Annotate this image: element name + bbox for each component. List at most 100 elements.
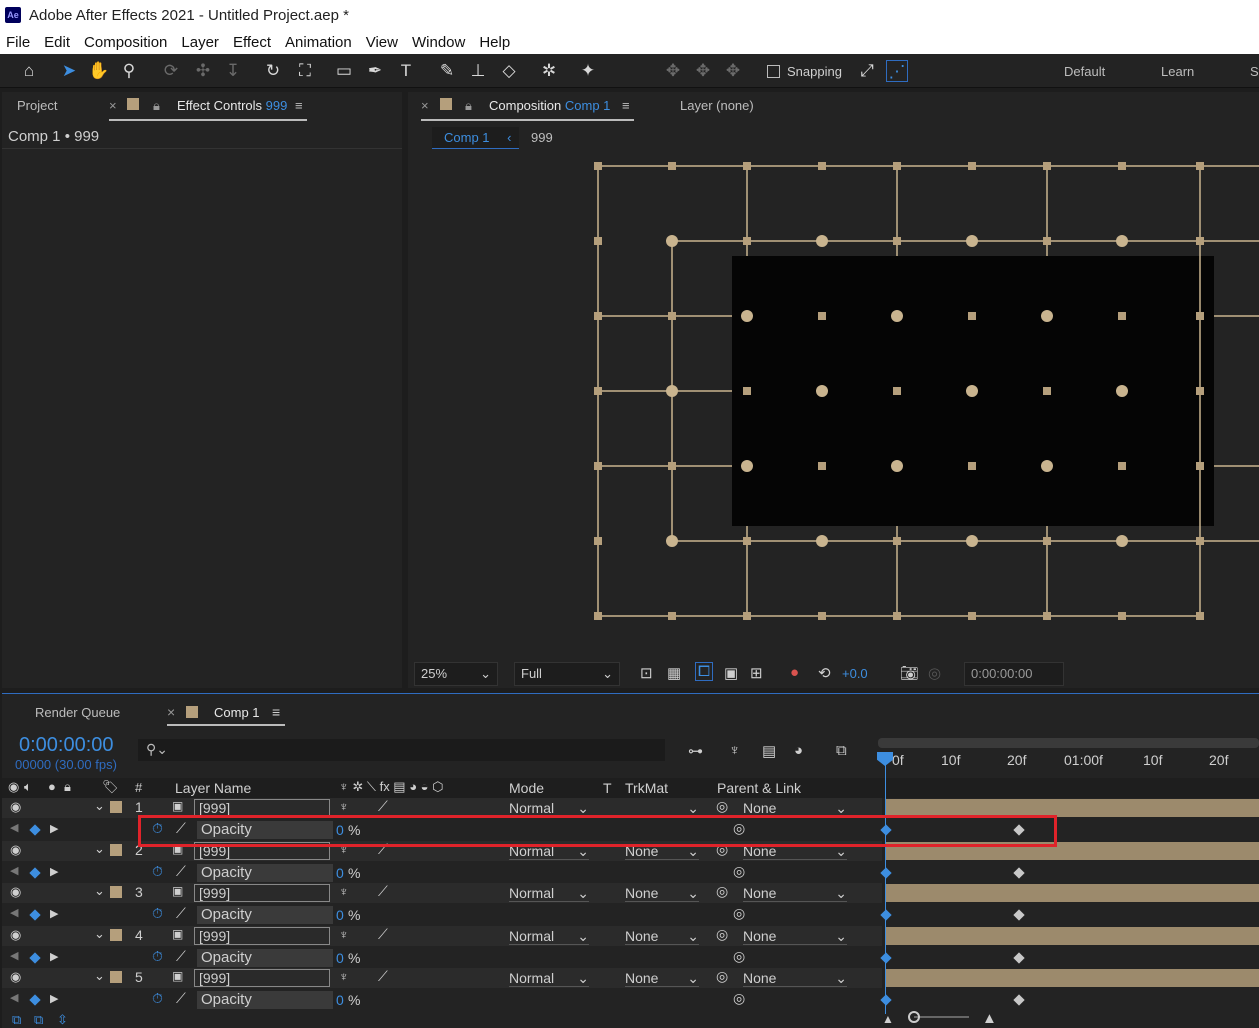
label-color-icon[interactable] bbox=[110, 843, 122, 856]
tab-comp1[interactable]: Comp 1 bbox=[214, 705, 260, 720]
trkmat-dropdown[interactable]: None ⌄ bbox=[625, 884, 699, 902]
trkmat-dropdown[interactable]: None ⌄ bbox=[625, 927, 699, 945]
snap-options-icon[interactable]: ⤢ bbox=[856, 60, 878, 82]
transparency-grid-icon[interactable]: ▦ bbox=[667, 664, 681, 682]
eye-icon[interactable]: ◉ bbox=[10, 799, 21, 815]
add-keyframe-icon[interactable] bbox=[29, 824, 41, 836]
shy-icon[interactable]: ♆ bbox=[729, 742, 740, 759]
label-color-icon[interactable] bbox=[110, 801, 122, 813]
close-icon[interactable]: × bbox=[167, 704, 175, 720]
frame-blending-icon[interactable]: ▤ bbox=[762, 742, 776, 760]
composition-viewer[interactable] bbox=[410, 154, 1259, 659]
rotation-tool-icon[interactable]: ↻ bbox=[262, 60, 284, 82]
layer-row[interactable]: ◉ ⌄ 5 ▣ [999] ♆ ⟋ Normal ⌄ None ⌄ ◎ None ⌄ bbox=[2, 968, 882, 988]
layer-row[interactable]: ◉ ⌄ 3 ▣ [999] ♆ ⟋ Normal ⌄ None ⌄ ◎ None ⌄ bbox=[2, 883, 882, 903]
lock-icon[interactable]: 🔒︎ bbox=[153, 98, 160, 114]
next-keyframe-icon[interactable]: ▶ bbox=[50, 950, 58, 963]
layer-name[interactable]: [999] bbox=[194, 969, 330, 987]
graph-icon[interactable]: ⟋ bbox=[176, 863, 186, 880]
shy-switch-icon[interactable]: ♆ bbox=[339, 799, 349, 814]
eye-icon[interactable]: ◉ bbox=[8, 779, 19, 795]
pickwhip-icon[interactable]: ◎ bbox=[716, 968, 728, 985]
menu-effect[interactable]: Effect bbox=[233, 34, 271, 51]
mode-dropdown[interactable]: Normal ⌄ bbox=[509, 927, 589, 945]
orbit-camera-icon[interactable]: ⟳ bbox=[160, 60, 182, 82]
eye-icon[interactable]: ◉ bbox=[10, 927, 21, 943]
work-area-bar[interactable] bbox=[878, 738, 1259, 748]
expression-pickwhip-icon[interactable]: ◎ bbox=[733, 905, 745, 922]
property-row[interactable]: ◀ ▶ ⏱ ⟋ Opacity 0 % ◎ bbox=[2, 862, 882, 883]
chevron-down-icon[interactable]: ⌄ bbox=[94, 968, 105, 984]
clone-stamp-icon[interactable]: ⊥ bbox=[467, 60, 489, 82]
col-layer-name[interactable]: Layer Name bbox=[175, 780, 251, 796]
keyframe[interactable] bbox=[880, 951, 892, 964]
lock-icon[interactable]: 🔒︎ bbox=[64, 779, 71, 795]
graph-icon[interactable]: ⟋ bbox=[176, 948, 186, 965]
exposure-value[interactable]: +0.0 bbox=[842, 666, 868, 681]
eye-icon[interactable]: ◉ bbox=[10, 842, 21, 858]
layer-row[interactable]: ◉ ⌄ 4 ▣ [999] ♆ ⟋ Normal ⌄ None ⌄ ◎ None ⌄ bbox=[2, 925, 882, 946]
tab-render-queue[interactable]: Render Queue bbox=[35, 705, 120, 720]
next-keyframe-icon[interactable]: ▶ bbox=[50, 992, 58, 1005]
menu-animation[interactable]: Animation bbox=[285, 34, 352, 51]
brush-tool-icon[interactable]: ✎ bbox=[436, 60, 458, 82]
add-keyframe-icon[interactable] bbox=[29, 951, 41, 964]
trkmat-dropdown[interactable]: None ⌄ bbox=[625, 969, 699, 987]
region-of-interest-icon[interactable]: ▣ bbox=[724, 664, 738, 682]
prev-keyframe-icon[interactable]: ◀ bbox=[10, 949, 18, 962]
property-value[interactable]: 0 bbox=[336, 907, 344, 923]
workspace-learn[interactable]: Learn bbox=[1161, 64, 1194, 79]
menu-edit[interactable]: Edit bbox=[44, 34, 70, 51]
mode-dropdown[interactable]: Normal ⌄ bbox=[509, 884, 589, 902]
comp-nav-child[interactable]: 999 bbox=[531, 130, 553, 145]
next-keyframe-icon[interactable]: ▶ bbox=[50, 907, 58, 920]
comp-mini-flowchart-icon[interactable]: ⊶ bbox=[688, 742, 703, 760]
pan-camera-icon[interactable]: ✣ bbox=[192, 60, 214, 82]
zoom-slider[interactable] bbox=[914, 1016, 969, 1018]
tab-effect-controls[interactable]: Effect Controls 999 bbox=[177, 98, 287, 113]
motion-blur-icon[interactable]: ◕ bbox=[794, 742, 803, 759]
zoom-dropdown[interactable]: 25% ⌄ bbox=[414, 662, 498, 686]
prev-keyframe-icon[interactable]: ◀ bbox=[10, 991, 18, 1004]
keyframe[interactable] bbox=[1013, 951, 1025, 964]
comp-nav-current[interactable]: Comp 1 ‹ bbox=[432, 127, 519, 149]
stopwatch-icon[interactable]: ⏱ bbox=[152, 990, 163, 1007]
rectangle-tool-icon[interactable]: ▭ bbox=[333, 60, 355, 82]
view-axis-icon[interactable]: ✥ bbox=[722, 60, 744, 82]
graph-icon[interactable]: ⟋ bbox=[176, 990, 186, 1007]
stopwatch-icon[interactable]: ⏱ bbox=[152, 905, 163, 922]
next-keyframe-icon[interactable]: ▶ bbox=[50, 822, 58, 835]
tab-project[interactable]: Project bbox=[17, 98, 57, 113]
zoom-out-icon[interactable]: ▲ bbox=[882, 1012, 894, 1026]
menu-file[interactable]: File bbox=[6, 34, 30, 51]
grid-guides-icon[interactable]: ⊞ bbox=[750, 664, 763, 682]
local-axis-icon[interactable]: ✥ bbox=[662, 60, 684, 82]
pen-tool-icon[interactable]: ✒ bbox=[364, 60, 386, 82]
channel-icon[interactable]: ● bbox=[790, 664, 799, 681]
color-management-icon[interactable]: ⟲ bbox=[818, 664, 831, 682]
dolly-camera-icon[interactable]: ↧ bbox=[222, 60, 244, 82]
graph-editor-icon[interactable]: ⧉ bbox=[836, 742, 847, 759]
close-icon[interactable]: × bbox=[109, 98, 117, 113]
snapshot-camera-icon[interactable]: 📷︎ bbox=[900, 664, 919, 682]
eraser-tool-icon[interactable]: ◇ bbox=[498, 60, 520, 82]
stopwatch-icon[interactable]: ⏱ bbox=[152, 863, 163, 880]
fast-previews-icon[interactable]: ⊡ bbox=[640, 664, 653, 682]
property-value[interactable]: 0 bbox=[336, 865, 344, 881]
roto-brush-icon[interactable]: ✲ bbox=[538, 60, 560, 82]
menu-help[interactable]: Help bbox=[479, 34, 510, 51]
mask-path-icon[interactable]: ⧠ bbox=[695, 662, 714, 681]
menu-layer[interactable]: Layer bbox=[181, 34, 219, 51]
workspace-default[interactable]: Default bbox=[1064, 64, 1105, 79]
prev-keyframe-icon[interactable]: ◀ bbox=[10, 906, 18, 919]
puppet-pin-icon[interactable]: ✦ bbox=[577, 60, 599, 82]
current-time[interactable]: 0:00:00:00 bbox=[19, 734, 114, 757]
frame-render-icon[interactable]: ⇳ bbox=[57, 1012, 68, 1028]
menu-view[interactable]: View bbox=[366, 34, 398, 51]
mode-dropdown[interactable]: Normal ⌄ bbox=[509, 969, 589, 987]
parent-dropdown[interactable]: None ⌄ bbox=[743, 927, 847, 945]
property-row[interactable]: ◀ ▶ ⏱ ⟋ Opacity 0 % ◎ bbox=[2, 990, 882, 1010]
label-color-icon[interactable] bbox=[110, 971, 122, 983]
label-color-icon[interactable] bbox=[110, 886, 122, 898]
anchor-point-tool-icon[interactable]: ⛶ bbox=[294, 60, 316, 82]
